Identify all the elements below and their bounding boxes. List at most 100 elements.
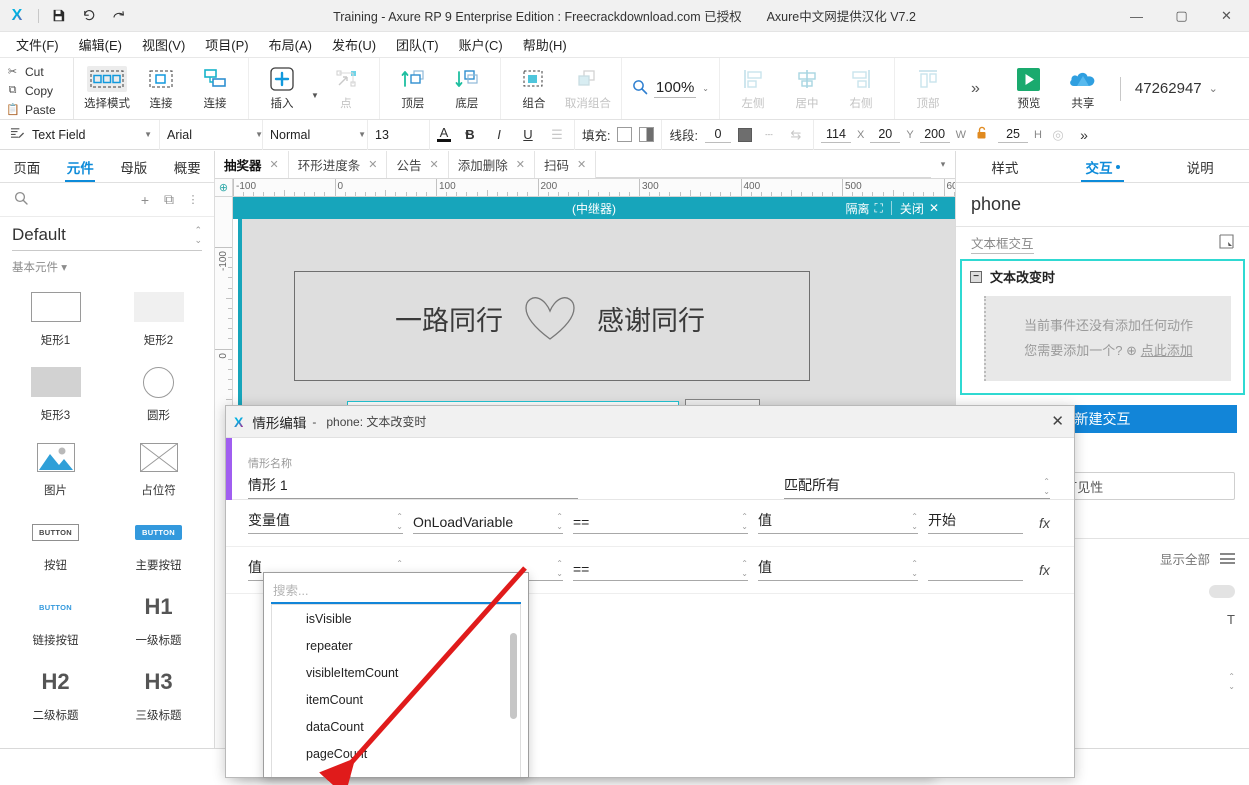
condition-operator-select[interactable]: == ⌃ ⌄: [573, 559, 748, 581]
widget-name-input[interactable]: phone: [956, 183, 1249, 227]
bring-to-front-button[interactable]: 顶层: [386, 64, 440, 111]
line-width-input[interactable]: 0: [704, 127, 731, 143]
insert-button[interactable]: 插入: [255, 64, 309, 111]
toolbar-overflow-button[interactable]: »: [961, 58, 990, 119]
menu-account[interactable]: 账户(C): [449, 32, 513, 57]
event-block[interactable]: − 文本改变时 当前事件还没有添加任何动作 您需要添加一个? ⊕ 点此添加: [960, 259, 1245, 396]
case-name-input[interactable]: 情形 1: [248, 475, 578, 499]
maximize-button[interactable]: ▢: [1159, 0, 1204, 32]
collapse-icon[interactable]: −: [970, 270, 982, 283]
duplicate-icon[interactable]: ⧉: [160, 191, 178, 208]
stepper-icon[interactable]: ⌃⌄: [741, 560, 748, 578]
widget-primary-button[interactable]: BUTTON 主要按钮: [107, 506, 210, 577]
menu-layout[interactable]: 布局(A): [259, 32, 322, 57]
connect-widgets-button[interactable]: 连接: [188, 64, 242, 111]
propbar-overflow-button[interactable]: »: [1074, 127, 1094, 143]
widget-heading3[interactable]: H3 三级标题: [107, 656, 210, 727]
close-icon[interactable]: ✕: [516, 158, 525, 171]
ruler-origin-icon[interactable]: ⊕: [215, 179, 233, 196]
widget-type-select[interactable]: Text Field ▼: [0, 119, 160, 150]
dropdown-item-isVisible[interactable]: isVisible: [272, 605, 520, 632]
select-mode-button[interactable]: 选择模式: [80, 64, 134, 111]
align-left-button[interactable]: 左侧: [726, 64, 780, 111]
widget-heading1[interactable]: H1 一级标题: [107, 581, 210, 652]
dropdown-item-visibleItemCount[interactable]: visibleItemCount: [272, 659, 520, 686]
tab-style[interactable]: 样式: [956, 151, 1054, 182]
menu-project[interactable]: 项目(P): [195, 32, 258, 57]
font-weight-select[interactable]: Normal ▼: [263, 119, 368, 150]
stepper-icon[interactable]: ⌃⌄: [194, 226, 202, 245]
send-to-back-button[interactable]: 底层: [440, 64, 494, 111]
dropdown-search-input[interactable]: 搜索...: [271, 578, 521, 604]
tab-outline[interactable]: 概要: [161, 151, 215, 182]
chevron-down-icon[interactable]: ▼: [358, 130, 366, 139]
case-dialog-close-button[interactable]: ✕: [1051, 412, 1064, 430]
fx-button[interactable]: fx: [1039, 515, 1050, 531]
cut-button[interactable]: ✂ Cut: [6, 62, 73, 81]
toggle-pill[interactable]: [1209, 585, 1235, 599]
close-repeater-button[interactable]: 关闭 ✕: [892, 200, 947, 217]
tab-pages[interactable]: 页面: [0, 151, 54, 182]
tab-masters[interactable]: 母版: [107, 151, 161, 182]
canvas-tab-4[interactable]: 扫码 ✕: [535, 151, 597, 178]
text-icon[interactable]: T: [1227, 612, 1235, 627]
more-vertical-icon[interactable]: ⋮: [184, 193, 202, 206]
x-input[interactable]: 114: [820, 127, 851, 143]
menu-view[interactable]: 视图(V): [132, 32, 195, 57]
condition-valuetype-select[interactable]: 值 ⌃ ⌄: [758, 559, 918, 581]
match-mode-select[interactable]: 匹配所有 ⌃ ⌄: [784, 475, 1050, 499]
condition-operator-select[interactable]: == ⌃ ⌄: [573, 512, 748, 534]
dropdown-item-pageCount[interactable]: pageCount: [272, 740, 520, 767]
search-icon[interactable]: [12, 191, 30, 208]
stepper-icon[interactable]: ⌃⌄: [1043, 478, 1050, 496]
widget-rect2[interactable]: 矩形2: [107, 281, 210, 352]
chevron-down-icon[interactable]: ⌄: [702, 84, 709, 93]
canvas-tab-1[interactable]: 环形进度条 ✕: [289, 151, 388, 178]
stepper-icon[interactable]: ⌃⌄: [911, 513, 918, 531]
event-header[interactable]: − 文本改变时: [962, 261, 1243, 292]
undo-icon[interactable]: [73, 3, 103, 29]
chevron-down-icon[interactable]: ⌄: [1209, 82, 1218, 95]
condition-subject-select[interactable]: 变量值 ⌃ ⌄: [248, 512, 403, 534]
preview-button[interactable]: 预览: [1002, 64, 1056, 111]
tabs-dropdown-icon[interactable]: ▾: [931, 151, 955, 178]
tab-notes[interactable]: 说明: [1151, 151, 1249, 182]
y-input[interactable]: 20: [870, 127, 901, 143]
stepper-icon[interactable]: ⌃⌄: [911, 560, 918, 578]
dropdown-item-dataCount[interactable]: dataCount: [272, 713, 520, 740]
close-icon[interactable]: ✕: [368, 158, 377, 171]
line-color-swatch[interactable]: [737, 127, 752, 142]
align-top-button[interactable]: 顶部: [901, 64, 955, 111]
share-button[interactable]: 共享: [1056, 64, 1110, 111]
menu-file[interactable]: 文件(F): [6, 32, 69, 57]
point-button[interactable]: 点: [319, 64, 373, 111]
menu-publish[interactable]: 发布(U): [322, 32, 386, 57]
widget-image[interactable]: 图片: [4, 431, 107, 502]
widget-rect1[interactable]: 矩形1: [4, 281, 107, 352]
widget-link-button[interactable]: BUTTON 链接按钮: [4, 581, 107, 652]
target-icon[interactable]: [1219, 234, 1234, 252]
redo-icon[interactable]: [103, 3, 133, 29]
canvas-tab-2[interactable]: 公告 ✕: [387, 151, 449, 178]
account-menu[interactable]: 47262947 ⌄: [1125, 58, 1232, 119]
line-arrow-icon[interactable]: ⇆: [786, 127, 806, 143]
close-icon[interactable]: ✕: [577, 158, 586, 171]
condition-variable-select[interactable]: OnLoadVariable ⌃ ⌄: [413, 512, 563, 534]
text-color-icon[interactable]: A: [437, 126, 451, 142]
zoom-control[interactable]: 100% ⌄: [622, 58, 720, 119]
fx-button[interactable]: fx: [1039, 562, 1050, 578]
eye-icon[interactable]: ◎: [1048, 127, 1068, 143]
canvas-tab-3[interactable]: 添加删除 ✕: [449, 151, 535, 178]
chevron-down-icon[interactable]: ▼: [144, 130, 152, 139]
underline-button[interactable]: U: [518, 127, 538, 142]
italic-button[interactable]: I: [489, 127, 509, 142]
condition-value-input[interactable]: [928, 559, 1023, 581]
plus-icon[interactable]: +: [136, 192, 154, 208]
bold-button[interactable]: B: [460, 127, 480, 142]
condition-valuetype-select[interactable]: 值 ⌃ ⌄: [758, 512, 918, 534]
dropdown-item-repeater[interactable]: repeater: [272, 632, 520, 659]
stepper-icon[interactable]: ⌃⌄: [556, 513, 563, 531]
condition-value-input[interactable]: 开始: [928, 512, 1023, 534]
save-icon[interactable]: [43, 3, 73, 29]
stepper-icon[interactable]: ⌃⌄: [396, 513, 403, 531]
